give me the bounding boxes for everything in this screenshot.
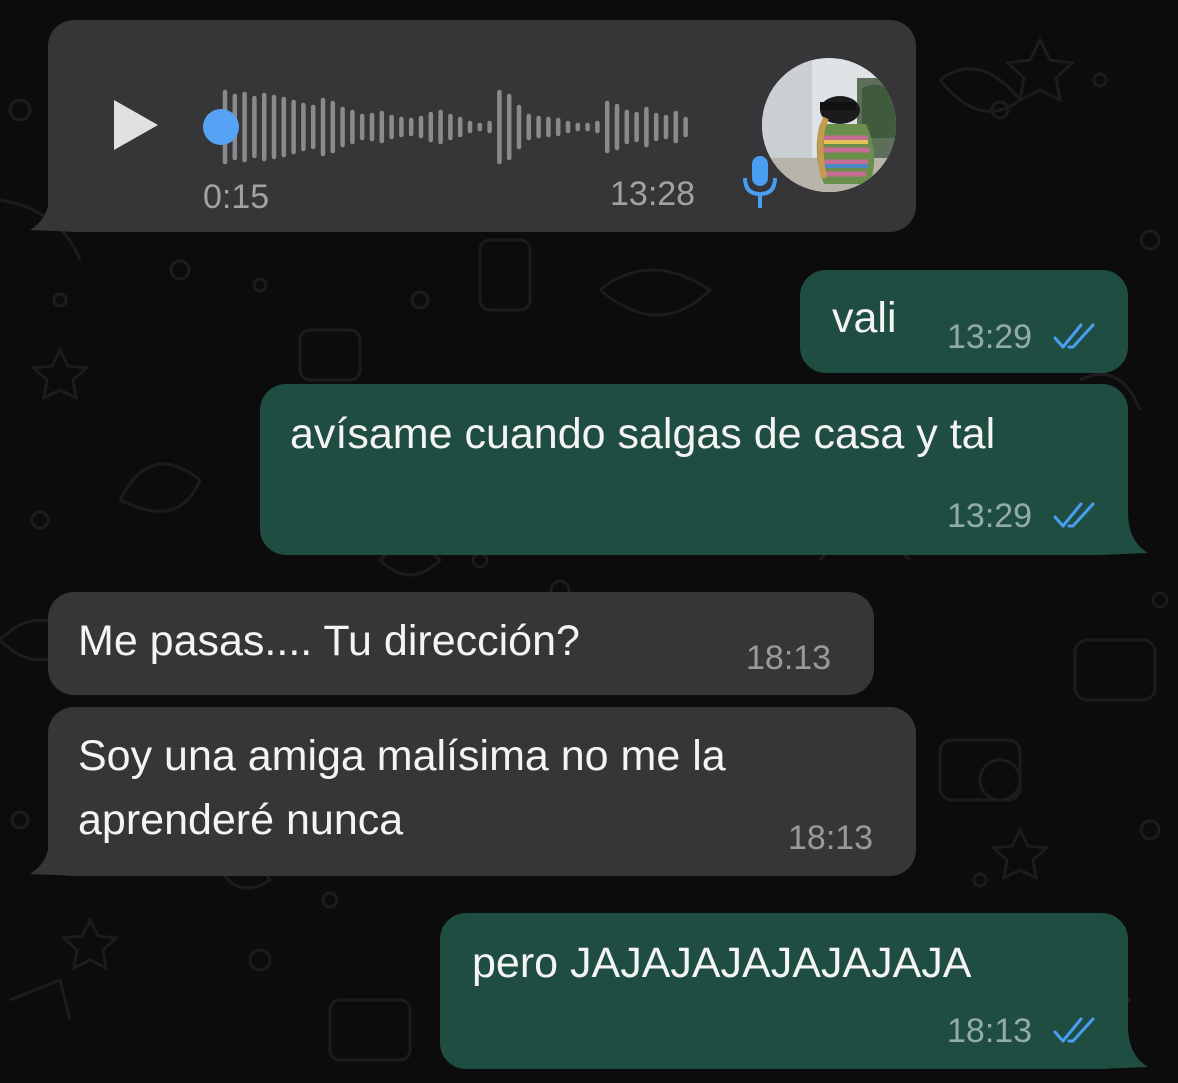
message-text: pero JAJAJAJAJAJAJAJA <box>472 939 972 987</box>
voice-duration: 0:15 <box>203 178 270 216</box>
read-double-tick-icon <box>1053 323 1095 349</box>
microphone-icon <box>743 156 777 208</box>
avatar <box>762 58 896 192</box>
message-timestamp: 13:29 <box>947 318 1033 356</box>
voice-scrubber[interactable] <box>203 109 239 145</box>
message-timestamp: 13:28 <box>610 175 696 213</box>
message-bubble-incoming: Soy una amiga malísima no me la aprender… <box>48 707 916 876</box>
message-bubble-outgoing: vali 13:29 <box>800 270 1128 373</box>
read-double-tick-icon <box>1053 1017 1095 1043</box>
message-bubble-outgoing: pero JAJAJAJAJAJAJAJA 18:13 <box>440 913 1128 1069</box>
message-text: Soy una amiga malísima no me la aprender… <box>78 732 738 844</box>
avatar-photo <box>762 58 896 192</box>
message-bubble-outgoing: avísame cuando salgas de casa y tal 13:2… <box>260 384 1128 555</box>
voice-waveform[interactable] <box>203 82 703 172</box>
message-timestamp: 13:29 <box>947 497 1033 535</box>
message-bubble-incoming: Me pasas.... Tu dirección? 18:13 <box>48 592 874 695</box>
chat-view: 0:15 13:28 vali 13:29 avísame cuando sal… <box>0 0 1178 1083</box>
message-text: vali <box>832 294 897 342</box>
voice-note-bubble: 0:15 13:28 <box>48 20 916 232</box>
read-double-tick-icon <box>1053 502 1095 528</box>
message-timestamp: 18:13 <box>947 1012 1033 1050</box>
play-icon[interactable] <box>110 98 160 152</box>
message-timestamp: 18:13 <box>788 819 874 857</box>
message-text: Me pasas.... Tu dirección? <box>78 617 580 665</box>
message-timestamp: 18:13 <box>746 639 832 677</box>
message-text: avísame cuando salgas de casa y tal <box>290 410 996 458</box>
